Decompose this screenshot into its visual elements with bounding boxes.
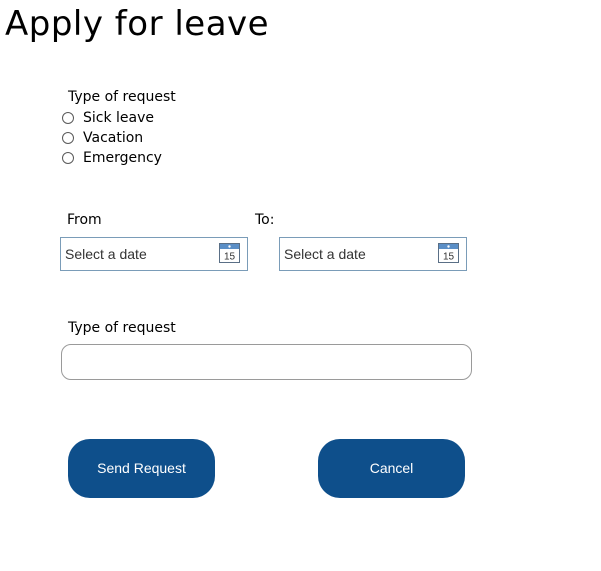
to-date-placeholder: Select a date — [284, 246, 366, 262]
from-date-placeholder: Select a date — [65, 246, 147, 262]
radio-option-vacation[interactable]: Vacation — [62, 128, 162, 148]
sick-leave-radio[interactable] — [62, 112, 74, 124]
leave-type-radio-group: Sick leave Vacation Emergency — [62, 108, 162, 168]
vacation-label[interactable]: Vacation — [83, 129, 143, 147]
radio-option-sick-leave[interactable]: Sick leave — [62, 108, 162, 128]
to-label: To: — [255, 212, 275, 228]
calendar-icon[interactable]: 15 — [438, 243, 459, 263]
calendar-icon[interactable]: 15 — [219, 243, 240, 263]
emergency-radio[interactable] — [62, 152, 74, 164]
send-request-button[interactable]: Send Request — [68, 439, 215, 498]
from-label: From — [67, 212, 102, 228]
request-details-input[interactable] — [61, 344, 472, 380]
cancel-button[interactable]: Cancel — [318, 439, 465, 498]
sick-leave-label[interactable]: Sick leave — [83, 109, 154, 127]
calendar-icon-day: 15 — [224, 252, 236, 263]
request-details-label: Type of request — [68, 320, 176, 336]
radio-option-emergency[interactable]: Emergency — [62, 148, 162, 168]
leave-type-label: Type of request — [68, 89, 176, 105]
from-date-picker[interactable]: Select a date 15 — [60, 237, 248, 271]
to-date-picker[interactable]: Select a date 15 — [279, 237, 467, 271]
page-title: Apply for leave — [5, 4, 270, 44]
calendar-icon-day: 15 — [443, 252, 455, 263]
vacation-radio[interactable] — [62, 132, 74, 144]
emergency-label[interactable]: Emergency — [83, 149, 162, 167]
